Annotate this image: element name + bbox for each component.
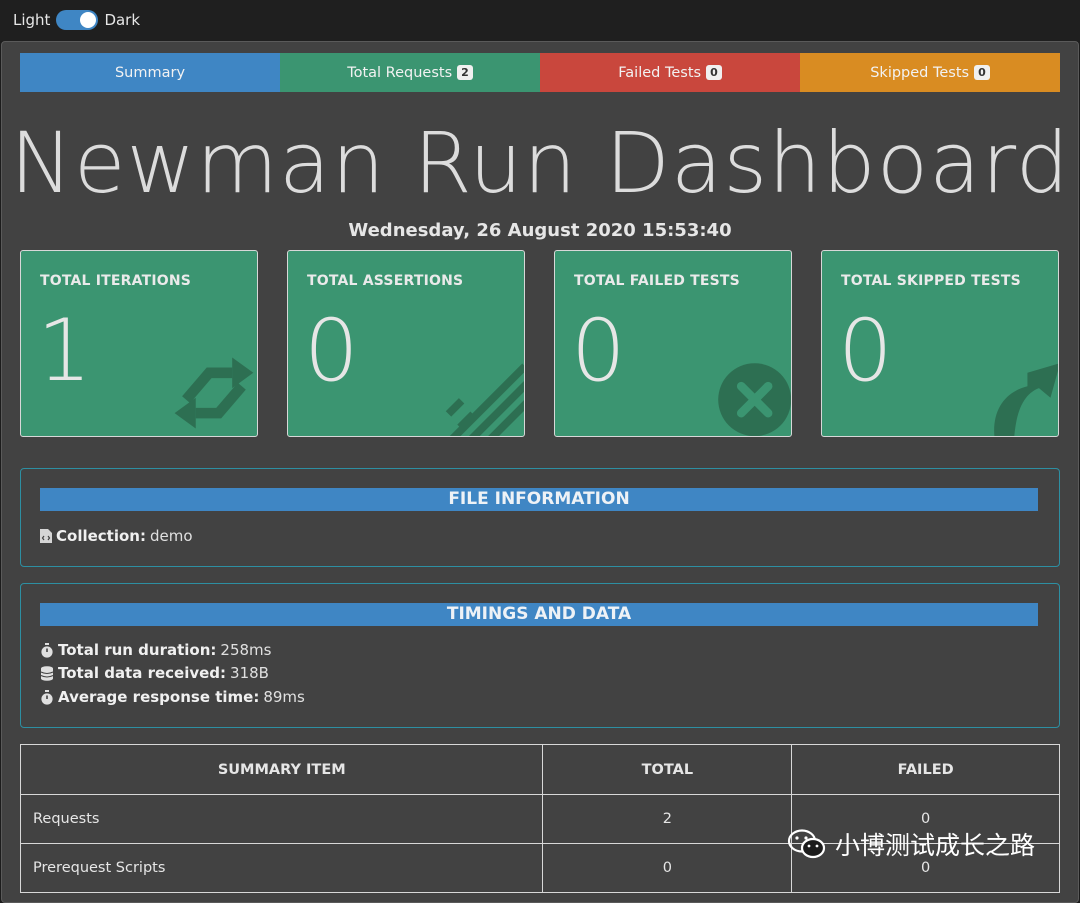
- card-value: 1: [37, 301, 92, 401]
- file-code-icon: [40, 529, 52, 543]
- avg-response-label: Average response time:: [58, 688, 260, 706]
- file-information-panel: FILE INFORMATION Collection: demo: [20, 468, 1060, 567]
- card-total-failed-tests: TOTAL FAILED TESTS 0: [554, 250, 792, 437]
- tab-failed-tests-label: Failed Tests: [618, 64, 702, 81]
- tab-total-requests[interactable]: Total Requests 2: [280, 53, 540, 92]
- tab-summary-label: Summary: [114, 64, 186, 81]
- dashboard-container: Summary Total Requests 2 Failed Tests 0 …: [1, 41, 1079, 903]
- card-total-assertions: TOTAL ASSERTIONS 0: [287, 250, 525, 437]
- row-total: 2: [542, 794, 793, 844]
- row-item: Requests: [19, 794, 544, 844]
- card-label: TOTAL ITERATIONS: [40, 273, 192, 289]
- file-information-heading: FILE INFORMATION: [40, 488, 1038, 511]
- avg-response-line: Average response time: 89ms: [40, 688, 305, 706]
- header-total: TOTAL: [542, 744, 793, 795]
- tasks-icon: [445, 363, 524, 436]
- collection-label: Collection:: [56, 527, 146, 545]
- data-received-value: 318B: [230, 664, 269, 682]
- data-received-label: Total data received:: [58, 664, 227, 682]
- header-summary-item: SUMMARY ITEM: [19, 744, 544, 795]
- failed-tests-badge: 0: [706, 65, 722, 80]
- row-total: 0: [542, 843, 793, 893]
- skipped-tests-badge: 0: [974, 65, 990, 80]
- tab-skipped-tests-label: Skipped Tests: [870, 64, 970, 81]
- run-date: Wednesday, 26 August 2020 15:53:40: [348, 220, 732, 241]
- nav-tabs: Summary Total Requests 2 Failed Tests 0 …: [20, 53, 1060, 92]
- database-icon: [40, 665, 54, 681]
- duration-value: 258ms: [220, 641, 272, 659]
- watermark-text: 小博测试成长之路: [835, 831, 1036, 860]
- card-value: 0: [838, 301, 893, 401]
- page-title: Newman Run Dashboard: [10, 114, 1070, 212]
- card-value: 0: [304, 301, 359, 401]
- header-failed: FAILED: [791, 744, 1060, 795]
- tab-failed-tests[interactable]: Failed Tests 0: [540, 53, 800, 92]
- theme-toggle[interactable]: Light Dark: [13, 10, 140, 30]
- stopwatch-icon: [41, 642, 53, 658]
- timings-panel: TIMINGS AND DATA Total run duration: 258…: [20, 583, 1060, 728]
- wechat-icon: [787, 829, 826, 859]
- duration-line: Total run duration: 258ms: [40, 641, 271, 659]
- total-requests-badge: 2: [457, 65, 473, 80]
- tab-total-requests-label: Total Requests: [347, 64, 453, 81]
- tab-summary[interactable]: Summary: [20, 53, 280, 92]
- stopwatch-icon: [41, 689, 53, 705]
- collection-value: demo: [149, 527, 193, 545]
- share-arrow-icon: [994, 363, 1058, 436]
- card-label: TOTAL SKIPPED TESTS: [841, 273, 1021, 289]
- card-label: TOTAL ASSERTIONS: [307, 273, 464, 289]
- sync-icon: [174, 357, 254, 429]
- card-label: TOTAL FAILED TESTS: [574, 273, 740, 289]
- card-value: 0: [571, 301, 626, 401]
- switch-knob: [80, 12, 97, 28]
- theme-switch[interactable]: [56, 10, 99, 30]
- card-total-iterations: TOTAL ITERATIONS 1: [20, 250, 258, 437]
- avg-response-value: 89ms: [263, 688, 305, 706]
- collection-line: Collection: demo: [40, 527, 193, 545]
- data-received-line: Total data received: 318B: [40, 664, 269, 682]
- dark-label: Dark: [104, 11, 141, 29]
- light-label: Light: [13, 11, 51, 29]
- summary-table: SUMMARY ITEM TOTAL FAILED Requests 2 0 P…: [19, 744, 1060, 893]
- top-bar: Light Dark: [0, 0, 1080, 41]
- times-circle-icon: [718, 363, 791, 436]
- tab-skipped-tests[interactable]: Skipped Tests 0: [800, 53, 1060, 92]
- card-total-skipped-tests: TOTAL SKIPPED TESTS 0: [821, 250, 1059, 437]
- duration-label: Total run duration:: [58, 641, 217, 659]
- table-header-row: SUMMARY ITEM TOTAL FAILED: [19, 744, 1060, 795]
- row-item: Prerequest Scripts: [19, 843, 544, 893]
- timings-heading: TIMINGS AND DATA: [40, 603, 1038, 626]
- watermark: 小博测试成长之路: [787, 826, 1035, 862]
